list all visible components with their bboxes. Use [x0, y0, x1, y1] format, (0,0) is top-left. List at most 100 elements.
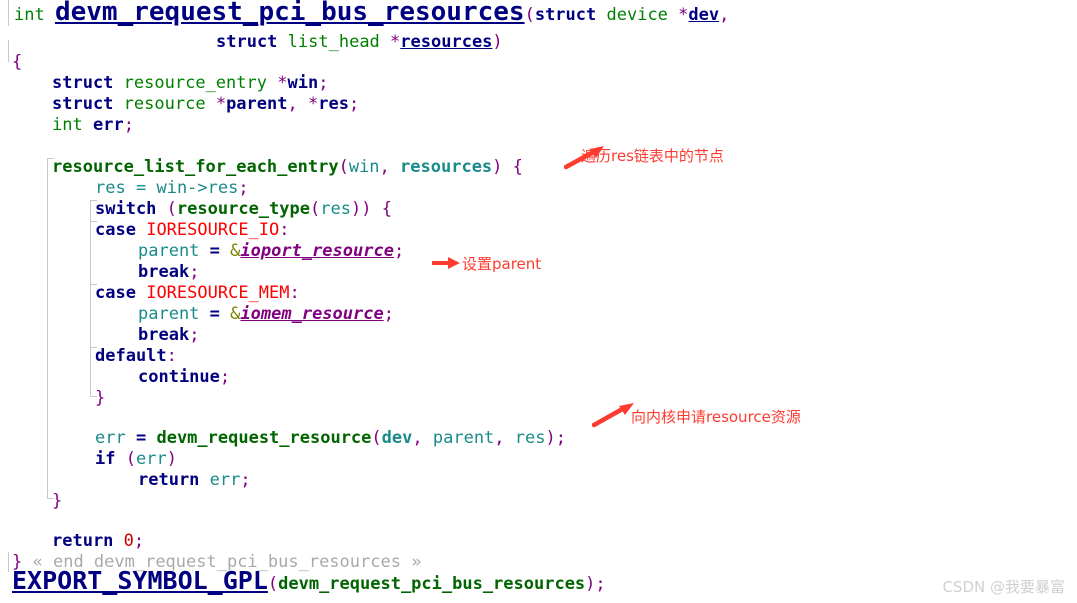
code-line-return-zero: return 0;: [52, 531, 144, 552]
comma: ,: [379, 157, 390, 177]
keyword-case: case: [95, 283, 136, 303]
arg-res: res: [320, 199, 351, 219]
comma: ,: [719, 5, 730, 25]
keyword-break: break: [138, 325, 190, 345]
code-line-open-brace: {: [12, 52, 22, 73]
colon: :: [166, 346, 177, 366]
param-resources: resources: [400, 32, 493, 52]
brace-open: {: [381, 199, 392, 219]
variable-err: err: [92, 115, 124, 135]
keyword-break: break: [138, 262, 190, 282]
code-line-switch: switch (resource_type(res)) {: [95, 199, 392, 220]
colon: :: [279, 220, 290, 240]
semicolon: ;: [595, 574, 606, 594]
paren-close: ): [492, 157, 503, 177]
keyword-if: if: [95, 449, 116, 469]
semicolon: ;: [133, 531, 145, 551]
code-line-decl-parent-res: struct resource *parent, *res;: [52, 94, 359, 115]
function-resource-type: resource_type: [176, 199, 310, 219]
paren-close: ): [166, 449, 177, 469]
arg-dev: dev: [381, 428, 413, 448]
macro-ioresource-io: IORESOURCE_IO: [146, 220, 280, 240]
semicolon: ;: [393, 241, 405, 261]
keyword-struct: struct: [534, 5, 597, 25]
keyword-default: default: [95, 346, 167, 366]
semicolon: ;: [240, 470, 251, 490]
fold-guide-foreach: [47, 158, 48, 498]
arg-resources: resources: [400, 157, 493, 177]
semicolon: ;: [189, 262, 200, 282]
comma-2: ,: [494, 428, 505, 448]
star-operator: *: [215, 94, 227, 114]
fold-guide-outer-top: [8, 40, 9, 62]
global-iomem-resource: iomem_resource: [240, 304, 384, 324]
function-name-declaration: devm_request_pci_bus_resources: [54, 0, 525, 27]
fold-guide-outer-bottom: [8, 552, 9, 572]
keyword-int: int: [14, 5, 45, 25]
semicolon: ;: [189, 325, 200, 345]
assign-operator: =: [135, 428, 147, 448]
code-line-case-ioresource-io: case IORESOURCE_IO:: [95, 220, 290, 241]
code-viewer: int devm_request_pci_bus_resources(struc…: [0, 0, 1077, 603]
paren-open: (: [166, 199, 177, 219]
star-operator: *: [390, 32, 401, 52]
type-device: device: [606, 5, 668, 25]
arg-parent: parent: [432, 428, 495, 448]
code-line-continue: continue;: [138, 367, 230, 388]
annotation-request-resource: 向内核申请resource资源: [631, 408, 801, 426]
assign-operator: =: [209, 304, 220, 324]
keyword-switch: switch: [95, 199, 157, 219]
keyword-int: int: [52, 115, 83, 135]
lhs-err: err: [95, 428, 126, 448]
paren-open: (: [338, 157, 349, 177]
return-value-err: err: [209, 470, 241, 490]
semicolon: ;: [123, 115, 134, 135]
paren-open: (: [371, 428, 382, 448]
paren-close: ): [545, 428, 556, 448]
code-line-parent-iomem: parent = &iomem_resource;: [138, 304, 394, 325]
code-line-return-err: return err;: [138, 470, 251, 491]
semicolon: ;: [383, 304, 394, 324]
semicolon: ;: [219, 367, 231, 387]
variable-res: res: [318, 94, 349, 114]
code-line-decl-err: int err;: [52, 115, 134, 136]
colon: :: [289, 283, 300, 303]
paren-close: ): [361, 199, 372, 219]
arg-res: res: [514, 428, 546, 448]
code-line-declaration-cont: struct list_head *resources): [216, 32, 503, 53]
macro-export-symbol-gpl: EXPORT_SYMBOL_GPL: [12, 566, 268, 595]
address-of-operator: &: [230, 304, 241, 324]
annotation-set-parent: 设置parent: [462, 255, 542, 273]
arg-function-name: devm_request_pci_bus_resources: [278, 574, 586, 594]
macro-resource-list-for-each-entry: resource_list_for_each_entry: [52, 157, 339, 177]
csdn-watermark: CSDN @我要暴富: [942, 578, 1065, 596]
keyword-struct: struct: [52, 94, 114, 114]
star-operator: *: [277, 73, 288, 93]
code-line-break-mem: break;: [138, 325, 199, 346]
brace-close: }: [52, 491, 63, 511]
paren-open-inner: (: [309, 199, 321, 219]
return-value-zero: 0: [123, 531, 134, 551]
keyword-struct: struct: [216, 32, 278, 52]
lhs-parent: parent: [138, 241, 200, 261]
paren-open: (: [524, 5, 535, 25]
code-line-if-err: if (err): [95, 449, 177, 470]
function-devm-request-resource: devm_request_resource: [156, 428, 372, 448]
semicolon: ;: [348, 94, 360, 114]
code-line-break-io: break;: [138, 262, 199, 283]
code-line-foreach: resource_list_for_each_entry(win, resour…: [52, 157, 523, 178]
type-list-head: list_head: [287, 32, 380, 52]
assign-operator: =: [135, 178, 147, 198]
variable-parent: parent: [226, 94, 288, 114]
brace-open: {: [12, 52, 23, 72]
lhs-parent: parent: [138, 304, 200, 324]
keyword-continue: continue: [138, 367, 220, 387]
type-resource: resource: [123, 94, 206, 114]
code-line-switch-close: }: [95, 388, 105, 409]
macro-ioresource-mem: IORESOURCE_MEM: [146, 283, 290, 303]
lhs-res: res: [95, 178, 126, 198]
star-operator: *: [307, 94, 319, 114]
fold-guide-switch: [90, 200, 91, 396]
keyword-return: return: [52, 531, 114, 551]
keyword-return: return: [138, 470, 200, 490]
